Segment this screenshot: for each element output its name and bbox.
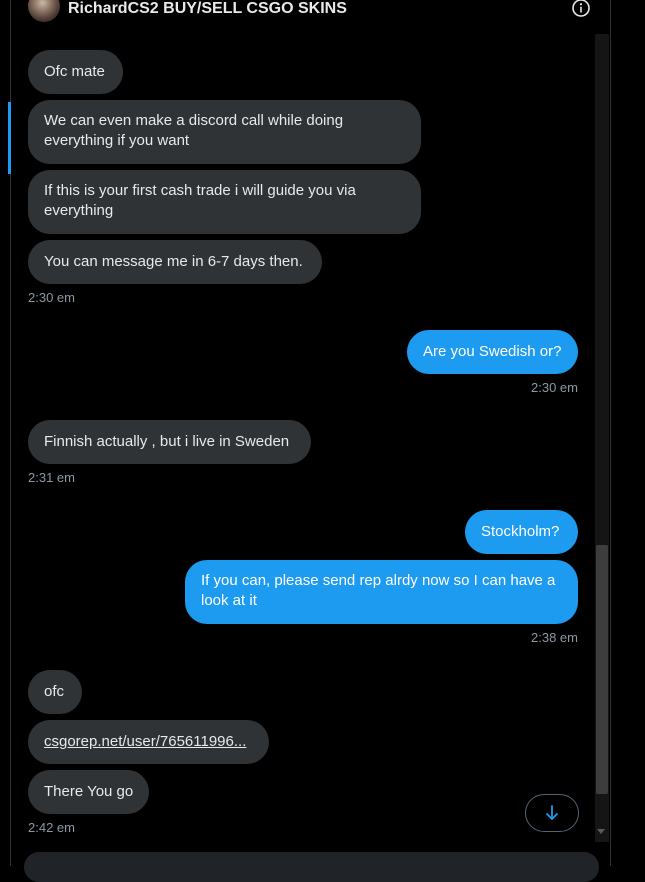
conversation-title[interactable]: RichardCS2 BUY/SELL CSGO SKINS: [68, 0, 347, 18]
avatar[interactable]: [28, 0, 60, 22]
message-bubble: We can even make a discord call while do…: [28, 100, 421, 164]
message-bubble: ofc: [28, 670, 82, 714]
scroll-to-bottom-button[interactable]: [525, 794, 579, 832]
message-bubble: csgorep.net/user/765611996...: [28, 720, 269, 764]
message-composer[interactable]: [24, 852, 599, 882]
message-link[interactable]: csgorep.net/user/765611996...: [44, 732, 246, 752]
message-bubble: Are you Swedish or?: [407, 330, 578, 374]
scroll-down-arrow-icon[interactable]: [597, 829, 605, 834]
message-timestamp: 2:42 em: [28, 820, 75, 835]
message-bubble: Ofc mate: [28, 50, 123, 94]
message-bubble: Stockholm?: [465, 510, 578, 554]
info-circle-icon[interactable]: [571, 0, 591, 18]
message-timestamp: 2:30 em: [28, 290, 75, 305]
message-bubble: If this is your first cash trade i will …: [28, 170, 421, 234]
arrow-down-icon: [546, 805, 558, 820]
message-timestamp: 2:38 em: [531, 630, 578, 645]
scrollbar-thumb[interactable]: [596, 545, 608, 794]
pane-right-border: [610, 0, 611, 866]
conversation-header: RichardCS2 BUY/SELL CSGO SKINS: [11, 0, 610, 34]
message-bubble: If you can, please send rep alrdy now so…: [185, 560, 578, 624]
message-timestamp: 2:30 em: [531, 380, 578, 395]
message-bubble: There You go: [28, 770, 149, 814]
active-indicator: [8, 102, 11, 174]
message-bubble: Finnish actually , but i live in Sweden: [28, 420, 311, 464]
message-timestamp: 2:31 em: [28, 470, 75, 485]
message-bubble: You can message me in 6-7 days then.: [28, 240, 322, 284]
